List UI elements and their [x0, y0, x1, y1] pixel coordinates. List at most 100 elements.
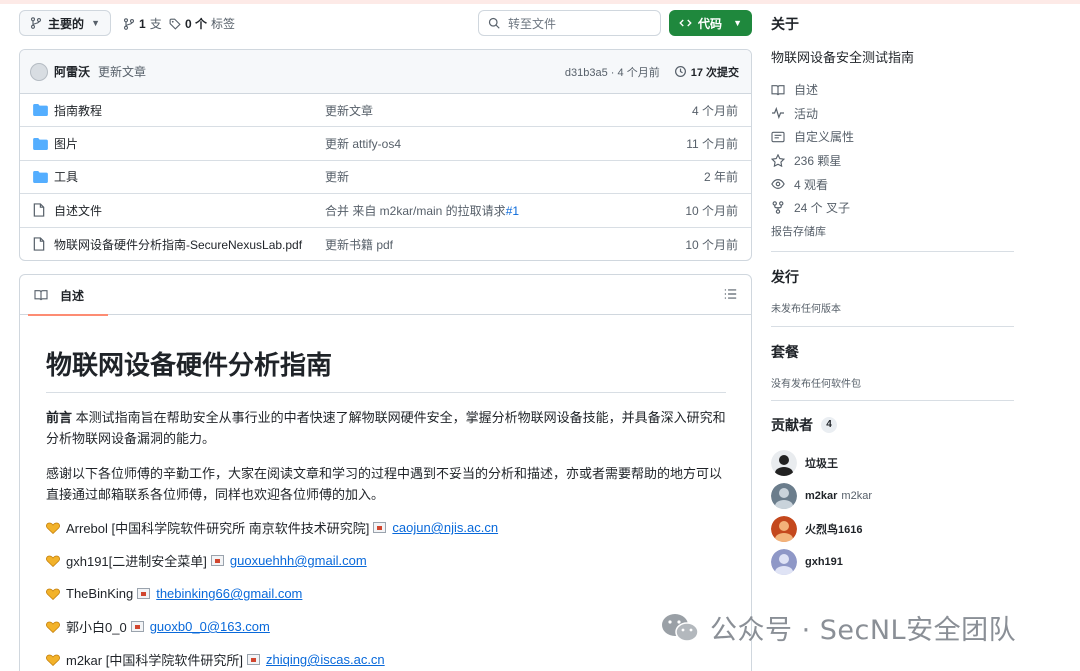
tags-label: 标签: [211, 17, 236, 31]
contributor-text: Arrebol [中国科学院软件研究所 南京软件技术研究院]: [66, 521, 370, 536]
mail-image-icon: [130, 621, 144, 632]
chevron-down-icon: ▼: [733, 18, 742, 28]
contributor-line: Arrebol [中国科学院软件研究所 南京软件技术研究院] caojun@nji…: [46, 517, 725, 538]
tab-readme[interactable]: 自述: [26, 275, 109, 316]
code-label: 代码: [698, 16, 723, 31]
file-date: 2 年前: [703, 170, 738, 185]
contributor-email-link[interactable]: thebinking66@gmail.com: [156, 586, 302, 601]
about-item[interactable]: 自述: [771, 78, 854, 102]
tag-icon: [169, 18, 181, 30]
file-commit-message[interactable]: 更新书籍 pdf: [325, 236, 393, 253]
contributors-heading[interactable]: 贡献者: [771, 415, 813, 435]
contributor-email-link[interactable]: zhiqing@iscas.ac.cn: [266, 652, 385, 667]
file-icon: [33, 203, 45, 218]
file-type-icon: [33, 203, 49, 218]
file-row[interactable]: 自述文件 合并 来自 m2kar/main 的拉取请求#1 10 个月前: [20, 194, 751, 228]
divider: [771, 251, 1014, 252]
avatar[interactable]: [30, 62, 48, 81]
file-commit-message[interactable]: 更新: [325, 168, 349, 185]
about-item-label: 24 个 叉子: [794, 201, 851, 216]
commit-count: 17 次提交: [690, 66, 739, 79]
chevron-down-icon: ▼: [91, 18, 100, 28]
file-row[interactable]: 指南教程 更新文章 4 个月前: [20, 94, 751, 128]
contributor-name[interactable]: m2kar: [805, 490, 837, 502]
file-name[interactable]: 物联网设备硬件分析指南-SecureNexusLab.pdf: [54, 236, 302, 253]
contributor-name[interactable]: gxh191: [805, 556, 843, 568]
list-icon[interactable]: [724, 288, 737, 300]
pull-request-link[interactable]: #1: [506, 204, 519, 218]
file-row[interactable]: 物联网设备硬件分析指南-SecureNexusLab.pdf 更新书籍 pdf 10…: [20, 228, 751, 260]
contributor-item[interactable]: 火烈鸟1616: [771, 512, 872, 545]
folder-icon: [33, 170, 48, 183]
pulse-icon: [771, 107, 786, 120]
branch-select-button[interactable]: 主要的 ▼: [19, 10, 111, 36]
file-name[interactable]: 自述文件: [54, 202, 102, 219]
book-icon: [771, 84, 786, 96]
packages-note: 没有发布任何软件包: [771, 379, 861, 390]
code-button[interactable]: 代码 ▼: [669, 10, 752, 36]
folder-icon: [33, 137, 48, 150]
file-name[interactable]: 指南教程: [54, 102, 102, 119]
readme-title: 物联网设备硬件分析指南: [46, 345, 726, 393]
report-repository-link[interactable]: 报告存储库: [771, 223, 826, 239]
about-item[interactable]: 4 观看: [771, 172, 854, 196]
about-item-label: 自述: [794, 83, 819, 98]
contributor-item[interactable]: m2kar m2kar: [771, 479, 872, 512]
about-item[interactable]: 24 个 叉子: [771, 196, 854, 220]
file-commit-message[interactable]: 更新文章: [325, 102, 373, 119]
contributor-name[interactable]: 火烈鸟1616: [805, 521, 862, 537]
avatar[interactable]: [771, 449, 797, 476]
about-item[interactable]: 活动: [771, 102, 854, 126]
branches-label: 支: [149, 17, 162, 31]
about-description: 物联网设备安全测试指南: [771, 50, 915, 65]
commit-history-link[interactable]: 17 次提交: [674, 64, 739, 80]
branch-icon: [123, 17, 135, 30]
heart-icon: [46, 654, 60, 666]
packages-heading[interactable]: 套餐: [771, 342, 799, 362]
commit-hash-time[interactable]: d31b3a5 · 4 个月前: [565, 64, 660, 80]
heart-icon: [46, 588, 60, 600]
mail-image-icon: [210, 555, 224, 566]
branch-label: 主要的: [48, 16, 85, 31]
contributor-email-link[interactable]: guoxuehhh@gmail.com: [230, 553, 367, 568]
go-to-file-input[interactable]: 转至文件: [478, 10, 661, 36]
avatar[interactable]: [771, 482, 797, 509]
contributors-count-badge: 4: [821, 417, 837, 433]
star-icon: [771, 154, 786, 168]
avatar[interactable]: [771, 515, 797, 542]
file-name[interactable]: 工具: [54, 168, 78, 185]
folder-icon: [33, 104, 48, 117]
file-date: 4 个月前: [691, 103, 738, 118]
file-commit-message[interactable]: 更新 attify-os4: [325, 135, 401, 152]
contributor-email-link[interactable]: caojun@njis.ac.cn: [392, 520, 498, 535]
watermark-text: 公众号 · SecNL安全团队: [710, 615, 1017, 646]
file-name[interactable]: 图片: [54, 135, 78, 152]
contributor-name[interactable]: 垃圾王: [805, 455, 838, 471]
contributor-text: TheBinKing: [66, 586, 134, 601]
commit-author[interactable]: 阿雷沃: [54, 63, 90, 80]
about-item[interactable]: 自定义属性: [771, 125, 854, 149]
branches-link[interactable]: 1 支: [123, 15, 162, 32]
mail-image-icon: [246, 654, 260, 665]
intro-bold: 前言: [46, 410, 73, 425]
contributor-email-link[interactable]: guoxb0_0@163.com: [150, 619, 270, 634]
releases-note: 未发布任何版本: [771, 304, 841, 315]
readme-thanks: 感谢以下各位师傅的辛勤工作，大家在阅读文章和学习的过程中遇到不妥当的分析和描述，…: [46, 466, 723, 502]
contributor-item[interactable]: gxh191: [771, 545, 872, 578]
contributor-item[interactable]: 垃圾王: [771, 446, 872, 479]
file-row[interactable]: 图片 更新 attify-os4 11 个月前: [20, 127, 751, 161]
mail-image-icon: [137, 588, 151, 599]
avatar[interactable]: [771, 548, 797, 575]
code-icon: [679, 19, 692, 27]
contributor-text: 郭小白0_0: [66, 620, 127, 635]
commit-message[interactable]: 更新文章: [98, 63, 146, 80]
repo-toolbar: 主要的 ▼ 1 支 0 个 标签 转至文件 代码 ▼: [19, 10, 752, 36]
releases-heading[interactable]: 发行: [771, 267, 799, 287]
heart-icon: [46, 522, 60, 534]
about-item[interactable]: 236 颗星: [771, 149, 854, 173]
about-item-label: 236 颗星: [794, 154, 842, 169]
tags-link[interactable]: 0 个 标签: [169, 15, 235, 32]
file-row[interactable]: 工具 更新 2 年前: [20, 161, 751, 195]
note-icon: [771, 131, 786, 143]
file-commit-message[interactable]: 合并 来自 m2kar/main 的拉取请求#1: [325, 202, 519, 219]
